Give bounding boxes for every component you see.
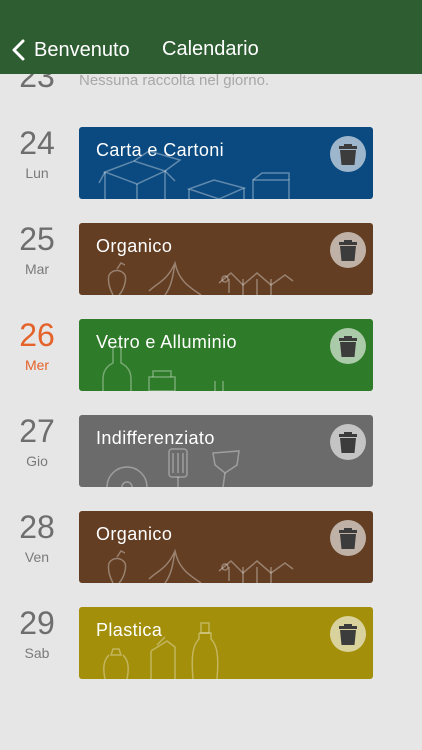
trash-bin-icon [339,144,357,165]
collection-title: Indifferenziato [96,428,215,448]
day-row: 28 Ven Organico [0,509,422,585]
day-row: 25 Mar Organico [0,221,422,297]
day-number: 25 [19,221,55,257]
paper-boxes-illustration [98,150,290,199]
collection-card-mixed[interactable]: Indifferenziato [79,415,373,487]
empty-collection-text: Nessuna raccolta nel giorno. [79,72,270,89]
page-title: Calendario [162,38,259,60]
trash-bin-icon [339,624,357,645]
back-button[interactable]: Benvenuto [8,34,130,66]
trash-bin-button[interactable] [330,616,366,652]
weekday-label: Sab [24,645,50,661]
glass-bottles-illustration [102,346,224,391]
day-number: 29 [19,605,55,641]
trash-bin-button[interactable] [330,424,366,460]
collection-card-organic[interactable]: Organico [79,511,373,583]
collection-title: Plastica [96,620,163,640]
weekday-label: Lun [25,165,49,181]
weekday-label: Gio [26,453,48,469]
day-row-today: 26 Mer Vetro e Alluminio [0,317,422,393]
trash-bin-icon [339,528,357,549]
day-row: 29 Sab Plastica [0,605,422,681]
calendar-list[interactable]: 23 Nessuna raccolta nel giorno. 24 Lun C… [0,0,422,750]
plastic-bottles-illustration [103,622,219,679]
trash-bin-button[interactable] [330,520,366,556]
trash-bin-icon [339,432,357,453]
organic-waste-illustration [107,260,294,295]
trash-bin-button[interactable] [330,136,366,172]
collection-title: Organico [96,524,173,544]
trash-bin-button[interactable] [330,328,366,364]
navigation-bar: Benvenuto Calendario [0,0,422,74]
collection-card-plastic[interactable]: Plastica [79,607,373,679]
day-number: 28 [19,509,55,545]
weekday-label: Ven [24,549,50,565]
collection-card-organic[interactable]: Organico [79,223,373,295]
day-row: 27 Gio Indifferenziato [0,413,422,489]
weekday-label: Mar [24,261,50,277]
trash-bin-button[interactable] [330,232,366,268]
chevron-left-icon [12,39,25,61]
organic-waste-illustration [107,548,294,583]
collection-title: Vetro e Alluminio [96,332,237,352]
weekday-label: Mer [24,357,50,373]
mixed-waste-illustration [106,448,240,487]
trash-bin-icon [339,240,357,261]
day-row: 24 Lun Carta e Cartoni [0,125,422,201]
collection-title: Carta e Cartoni [96,140,225,160]
collection-card-paper[interactable]: Carta e Cartoni [79,127,373,199]
day-number: 26 [19,317,55,353]
day-number: 27 [19,413,55,449]
back-button-label: Benvenuto [34,38,130,61]
collection-card-glass[interactable]: Vetro e Alluminio [79,319,373,391]
day-number: 24 [19,125,55,161]
collection-title: Organico [96,236,173,256]
trash-bin-icon [339,336,357,357]
